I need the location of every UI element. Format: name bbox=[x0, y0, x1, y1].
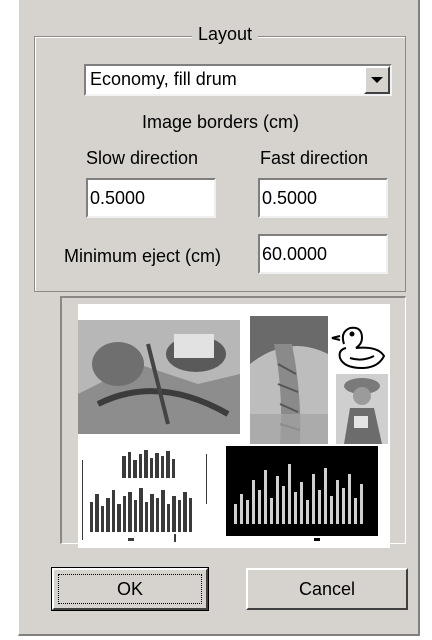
fast-direction-input[interactable] bbox=[258, 178, 388, 218]
fast-direction-label: Fast direction bbox=[260, 148, 369, 168]
thumbnail-woman-photo bbox=[336, 374, 388, 444]
focus-rectangle bbox=[58, 574, 202, 604]
thumbnail-palm-photo bbox=[250, 316, 328, 444]
layout-select[interactable]: Economy, fill drum bbox=[84, 64, 392, 96]
layout-preview bbox=[60, 296, 406, 548]
layout-select-value: Economy, fill drum bbox=[90, 69, 237, 89]
ok-button[interactable]: OK bbox=[51, 567, 209, 611]
thumbnail-bar-chart-dark bbox=[226, 446, 378, 541]
preview-sheet bbox=[78, 304, 390, 548]
cancel-button-label: Cancel bbox=[298, 578, 356, 599]
layout-group-title: Layout bbox=[192, 22, 259, 46]
slow-direction-label: Slow direction bbox=[86, 148, 199, 168]
minimum-eject-input[interactable] bbox=[258, 234, 388, 274]
cancel-button[interactable]: Cancel bbox=[246, 568, 408, 610]
preview-thumbnails bbox=[78, 316, 388, 542]
thumbnail-bar-chart-light bbox=[82, 450, 207, 542]
image-borders-heading: Image borders (cm) bbox=[142, 112, 300, 132]
minimum-eject-label: Minimum eject (cm) bbox=[64, 246, 222, 266]
thumbnail-duck-drawing bbox=[331, 326, 386, 370]
thumbnail-beach-photo bbox=[78, 320, 240, 434]
slow-direction-input[interactable] bbox=[86, 178, 216, 218]
dropdown-arrow-icon[interactable] bbox=[364, 66, 390, 94]
